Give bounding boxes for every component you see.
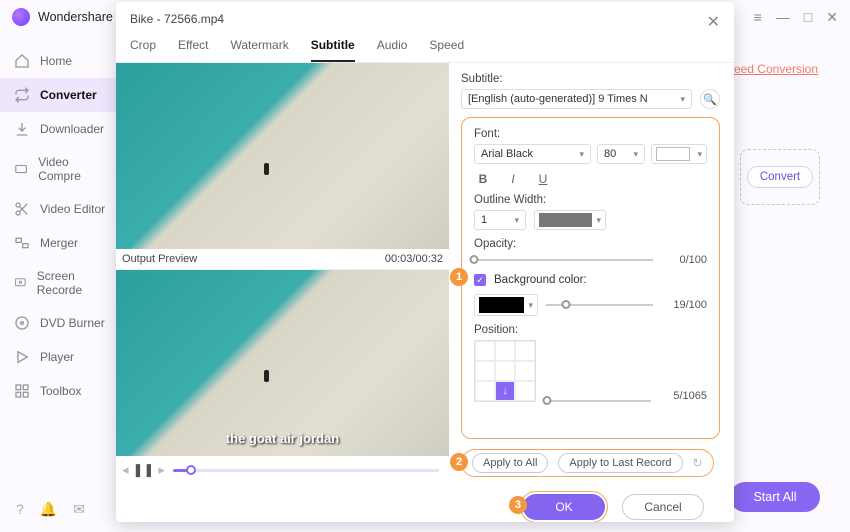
tab-subtitle[interactable]: Subtitle bbox=[311, 34, 355, 62]
position-label: Position: bbox=[474, 324, 707, 336]
minimize-icon[interactable]: — bbox=[776, 9, 790, 26]
app-title: Wondershare U bbox=[38, 10, 125, 24]
annotation-3: 3 bbox=[509, 496, 527, 514]
outline-width-label: Outline Width: bbox=[474, 194, 707, 206]
menu-icon[interactable]: ≡ bbox=[754, 9, 762, 26]
sidebar-item-recorder[interactable]: Screen Recorde bbox=[0, 260, 120, 306]
font-color-select[interactable]: ▾ bbox=[651, 144, 707, 164]
help-icon[interactable]: ? bbox=[16, 501, 24, 518]
preview-column: Output Preview 00:03/00:32 the goat air … bbox=[116, 63, 449, 522]
reset-icon[interactable]: ↻ bbox=[693, 456, 703, 470]
player-controls: ◂ ❚❚ ▸ bbox=[116, 456, 449, 484]
tab-speed[interactable]: Speed bbox=[429, 34, 464, 62]
pause-icon[interactable]: ❚❚ bbox=[133, 462, 155, 478]
ok-button[interactable]: OK bbox=[523, 494, 605, 520]
apply-to-all-button[interactable]: Apply to All bbox=[472, 453, 548, 473]
output-preview: the goat air jordan bbox=[116, 270, 449, 456]
maximize-icon[interactable]: □ bbox=[804, 9, 812, 26]
search-subtitle-icon[interactable]: 🔍 bbox=[700, 89, 720, 109]
apply-to-last-button[interactable]: Apply to Last Record bbox=[558, 453, 682, 473]
apply-row: 2 Apply to All Apply to Last Record ↻ bbox=[461, 449, 714, 477]
bell-icon[interactable]: 🔔 bbox=[40, 501, 57, 518]
cancel-button[interactable]: Cancel bbox=[622, 494, 704, 520]
sidebar-item-dvd[interactable]: DVD Burner bbox=[0, 306, 120, 340]
sidebar-item-downloader[interactable]: Downloader bbox=[0, 112, 120, 146]
seek-slider[interactable] bbox=[173, 469, 439, 472]
italic-button[interactable]: I bbox=[504, 172, 522, 186]
sidebar-item-converter[interactable]: Converter bbox=[0, 78, 120, 112]
sidebar-item-editor[interactable]: Video Editor bbox=[0, 192, 120, 226]
opacity-label: Opacity: bbox=[474, 238, 707, 250]
convert-card: Convert bbox=[740, 149, 820, 205]
converter-icon bbox=[14, 87, 30, 103]
convert-button[interactable]: Convert bbox=[747, 166, 813, 188]
subtitle-editor-modal: Bike - 72566.mp4 ✕ Crop Effect Watermark… bbox=[116, 2, 734, 522]
bg-color-checkbox[interactable]: ✓ bbox=[474, 274, 486, 286]
grid-icon bbox=[14, 383, 30, 399]
prev-icon[interactable]: ◂ bbox=[122, 462, 129, 478]
record-icon bbox=[14, 275, 27, 291]
bg-opacity-value: 19/100 bbox=[661, 299, 707, 311]
merge-icon bbox=[14, 235, 30, 251]
position-slider[interactable] bbox=[546, 400, 651, 402]
subtitle-source-select[interactable]: [English (auto-generated)] 9 Times N▾ bbox=[461, 89, 692, 109]
sidebar-item-player[interactable]: Player bbox=[0, 340, 120, 374]
sidebar-item-toolbox[interactable]: Toolbox bbox=[0, 374, 120, 408]
compress-icon bbox=[14, 161, 28, 177]
next-icon[interactable]: ▸ bbox=[158, 462, 165, 478]
settings-column: Subtitle: [English (auto-generated)] 9 T… bbox=[449, 63, 734, 522]
sidebar: Home Converter Downloader Video Compre V… bbox=[0, 34, 120, 532]
timecode: 00:03/00:32 bbox=[385, 253, 443, 265]
opacity-slider[interactable] bbox=[474, 259, 653, 261]
tab-crop[interactable]: Crop bbox=[130, 34, 156, 62]
subtitle-preview-text: the goat air jordan bbox=[116, 431, 449, 446]
start-all-button[interactable]: Start All bbox=[730, 482, 820, 512]
tab-audio[interactable]: Audio bbox=[377, 34, 408, 62]
opacity-value: 0/100 bbox=[661, 254, 707, 266]
home-icon bbox=[14, 53, 30, 69]
sidebar-item-merger[interactable]: Merger bbox=[0, 226, 120, 260]
position-bottom-center[interactable]: ↓ bbox=[495, 381, 515, 401]
modal-close-icon[interactable]: ✕ bbox=[707, 12, 720, 32]
tab-bar: Crop Effect Watermark Subtitle Audio Spe… bbox=[116, 26, 734, 63]
outline-color-select[interactable]: ▾ bbox=[534, 210, 606, 230]
annotation-1: 1 bbox=[450, 268, 468, 286]
app-logo bbox=[12, 8, 30, 26]
position-value: 5/1065 bbox=[661, 390, 707, 402]
annotation-2: 2 bbox=[450, 453, 468, 471]
sidebar-item-home[interactable]: Home bbox=[0, 44, 120, 78]
mail-icon[interactable]: ✉ bbox=[73, 501, 85, 518]
font-family-select[interactable]: Arial Black▾ bbox=[474, 144, 591, 164]
output-preview-label: Output Preview bbox=[122, 253, 197, 265]
sidebar-item-compressor[interactable]: Video Compre bbox=[0, 146, 120, 192]
system-tray: ? 🔔 ✉ bbox=[16, 501, 85, 518]
download-icon bbox=[14, 121, 30, 137]
underline-button[interactable]: U bbox=[534, 172, 552, 186]
close-icon[interactable]: ✕ bbox=[826, 9, 838, 26]
original-preview bbox=[116, 63, 449, 249]
bg-opacity-slider[interactable] bbox=[546, 304, 653, 306]
tab-watermark[interactable]: Watermark bbox=[230, 34, 288, 62]
subtitle-label: Subtitle: bbox=[461, 73, 720, 85]
disc-icon bbox=[14, 315, 30, 331]
font-size-select[interactable]: 80▾ bbox=[597, 144, 645, 164]
bold-button[interactable]: B bbox=[474, 172, 492, 186]
outline-width-select[interactable]: 1▾ bbox=[474, 210, 526, 230]
file-name: Bike - 72566.mp4 bbox=[130, 12, 720, 26]
tab-effect[interactable]: Effect bbox=[178, 34, 208, 62]
scissors-icon bbox=[14, 201, 30, 217]
font-panel: 1 Font: Arial Black▾ 80▾ ▾ B I U Outline… bbox=[461, 117, 720, 439]
bg-color-select[interactable]: ▾ bbox=[474, 294, 538, 316]
bg-color-label: Background color: bbox=[494, 274, 587, 286]
position-grid[interactable]: ↓ bbox=[474, 340, 536, 402]
promo-link[interactable]: Speed Conversion bbox=[719, 62, 818, 76]
play-icon bbox=[14, 349, 30, 365]
font-label: Font: bbox=[474, 128, 707, 140]
